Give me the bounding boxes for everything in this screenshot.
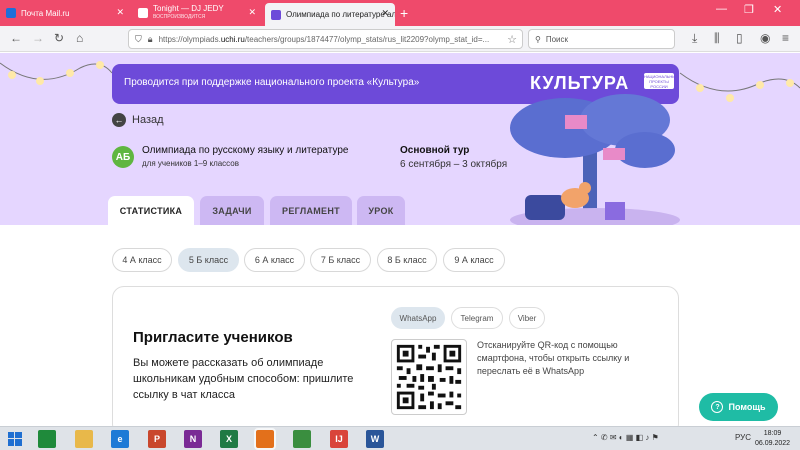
close-window-button[interactable]: ✕ [773, 3, 782, 16]
search-placeholder: Поиск [545, 34, 569, 44]
lock-icon[interactable]: 🔒︎ [148, 34, 153, 45]
taskbar-onenote-icon[interactable]: N [184, 430, 202, 448]
browser-titlebar: Почта Mail.ru ✕ Tonight — DJ JEDY ВОСПРО… [0, 0, 800, 26]
clock-date: 06.09.2022 [755, 440, 791, 447]
taskbar-firefox-icon[interactable] [254, 428, 276, 450]
tab-subtitle: ВОСПРОИЗВОДИТСЯ [153, 14, 206, 20]
round-title: Основной тур [400, 145, 470, 156]
tree-illustration [510, 94, 680, 225]
menu-icon[interactable]: ≡ [782, 31, 789, 45]
shield-icon[interactable]: ⛉ [135, 34, 142, 45]
taskbar-chrome-icon[interactable] [293, 430, 311, 448]
forward-arrow-icon[interactable]: → [32, 31, 44, 45]
bookmark-star-icon[interactable]: ☆ [507, 33, 517, 46]
uchi-favicon-icon [271, 9, 281, 20]
tab-statistics[interactable]: СТАТИСТИКА [108, 196, 194, 226]
search-input[interactable]: ⚲ Поиск [528, 29, 675, 49]
minimize-button[interactable]: — [716, 3, 727, 15]
tab-close-icon[interactable]: ✕ [116, 7, 124, 18]
mail-favicon-icon [6, 8, 16, 18]
tab-tasks[interactable]: ЗАДАЧИ [200, 196, 264, 225]
reload-icon[interactable]: ↻ [54, 31, 64, 45]
olympiad-subtitle: для учеников 1–9 классов [142, 159, 239, 168]
tab-close-icon[interactable]: ✕ [248, 7, 256, 18]
maximize-button[interactable]: ❐ [744, 3, 754, 16]
clock[interactable]: 18:09 06.09.2022 [755, 429, 790, 449]
taskbar-powerpoint-icon[interactable]: P [148, 430, 166, 448]
round-dates: 6 сентября – 3 октября [400, 159, 508, 170]
messenger-viber[interactable]: Viber [509, 307, 545, 329]
invite-card: Пригласите учеников Вы можете рассказать… [112, 286, 679, 436]
browser-tab-music[interactable]: Tonight — DJ JEDY ВОСПРОИЗВОДИТСЯ ✕ [132, 2, 262, 24]
question-icon: ? [711, 401, 724, 413]
back-arrow-icon: ← [112, 113, 126, 127]
qr-instructions: Отсканируйте QR-код с помощью смартфона,… [477, 340, 630, 376]
back-link[interactable]: ← Назад [112, 113, 164, 127]
olympiad-logo-icon: АБ [112, 146, 134, 168]
url-text[interactable]: https://olympiads.uchi.ru/teachers/group… [159, 35, 490, 44]
back-label: Назад [132, 114, 164, 126]
messenger-telegram[interactable]: Telegram [451, 307, 503, 329]
back-arrow-icon[interactable]: ← [10, 31, 22, 45]
clock-time: 18:09 [763, 430, 782, 437]
tab-title: Почта Mail.ru [21, 8, 70, 18]
home-icon[interactable]: ⌂ [76, 31, 83, 45]
national-projects-logo: НАЦИОНАЛЬНЫЕ ПРОЕКТЫ РОССИИ [644, 73, 679, 89]
tab-close-icon[interactable]: ✕ [381, 8, 389, 19]
windows-start-icon[interactable] [8, 432, 22, 446]
new-tab-button[interactable]: + [400, 5, 408, 21]
taskbar-excel-green-icon[interactable] [38, 430, 56, 448]
class-pill-4a[interactable]: 4 А класс [112, 248, 172, 272]
class-pill-5b[interactable]: 5 Б класс [178, 248, 239, 272]
banner-text: Проводится при поддержке национального п… [124, 77, 420, 88]
messenger-whatsapp[interactable]: WhatsApp [391, 307, 445, 329]
taskbar-word-icon[interactable]: W [366, 430, 384, 448]
url-bar[interactable]: ⛉ 🔒︎ https://olympiads.uchi.ru/teachers/… [128, 29, 523, 49]
language-indicator[interactable]: РУС [735, 433, 751, 442]
downloads-icon[interactable]: ⤓ [692, 31, 697, 46]
qr-code [391, 339, 467, 415]
browser-tab-olympiad[interactable]: Олимпиада по литературе ал ✕ [265, 3, 395, 26]
tray-icons[interactable]: ⌃ ✆ ✉ ◐ ▦ ◧ ♪ ⚑ [592, 433, 659, 442]
class-pill-6a[interactable]: 6 А класс [244, 248, 305, 272]
class-pill-9a[interactable]: 9 А класс [443, 248, 505, 272]
search-icon: ⚲ [535, 34, 541, 44]
music-favicon-icon [138, 8, 148, 18]
tab-title: Олимпиада по литературе ал [286, 10, 395, 19]
taskbar-excel-icon[interactable]: X [220, 430, 238, 448]
taskbar-app-red-icon[interactable]: IJ [330, 430, 348, 448]
help-button[interactable]: ? Помощь [699, 393, 778, 421]
account-icon[interactable]: ◉ [760, 31, 770, 45]
invite-text: Вы можете рассказать об олимпиаде школьн… [133, 357, 354, 401]
invite-title: Пригласите учеников [133, 329, 293, 346]
tab-title: Tonight — DJ JEDY [153, 4, 224, 13]
windows-taskbar: e P N X IJ W ⌃ ✆ ✉ ◐ ▦ ◧ ♪ ⚑ РУС 18:09 06.09.… [0, 426, 800, 450]
taskbar-internet-explorer-icon[interactable]: e [111, 430, 129, 448]
tab-lesson[interactable]: УРОК [357, 196, 405, 225]
taskbar-file-explorer-icon[interactable] [75, 430, 93, 448]
help-label: Помощь [728, 402, 766, 412]
sidebar-icon[interactable]: ▯ [736, 31, 743, 45]
library-icon[interactable]: ⫼ [714, 31, 720, 46]
browser-navbar: ← → ↻ ⌂ ⛉ 🔒︎ https://olympiads.uchi.ru/t… [0, 26, 800, 52]
browser-tab-mail[interactable]: Почта Mail.ru ✕ [0, 2, 130, 24]
tab-rules[interactable]: РЕГЛАМЕНТ [270, 196, 352, 225]
class-pill-7b[interactable]: 7 Б класс [310, 248, 371, 272]
olympiad-title: Олимпиада по русскому языку и литературе [142, 145, 349, 156]
class-pill-8b[interactable]: 8 Б класс [377, 248, 437, 272]
